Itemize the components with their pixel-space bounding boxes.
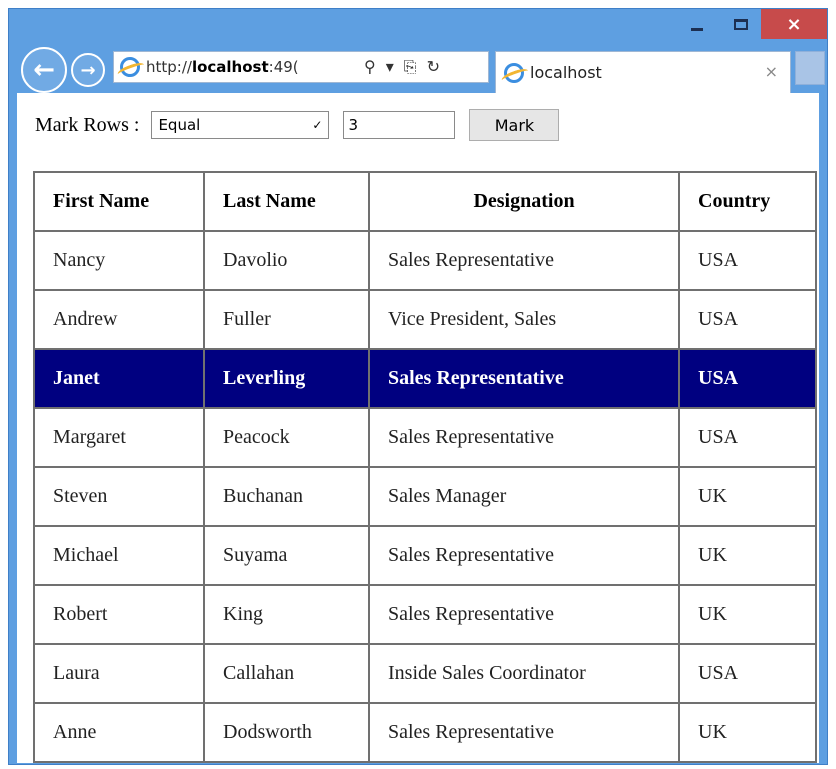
column-header-last-name[interactable]: Last Name [203,171,370,232]
title-bar: × [9,9,827,43]
compatibility-view-icon[interactable]: ⎘ [404,57,417,77]
cell-first-name: Anne [33,702,205,763]
cell-designation: Sales Representative [368,230,680,291]
table-row-highlighted[interactable]: Janet Leverling Sales Representative USA [33,348,817,409]
cell-country: UK [678,584,817,645]
cell-last-name: Buchanan [203,466,370,527]
cell-last-name: Fuller [203,289,370,350]
browser-tab[interactable]: localhost × [495,51,791,93]
ie-logo-icon [120,57,140,77]
page-content: Mark Rows : Equal ✓ Mark First Name Last… [17,93,819,763]
new-tab-button[interactable] [795,51,825,85]
address-url[interactable]: http://localhost:49( [146,58,356,76]
table-row[interactable]: Anne Dodsworth Sales Representative UK [33,702,817,763]
chevron-down-icon: ✓ [312,118,323,132]
cell-last-name: Leverling [203,348,370,409]
cell-first-name: Steven [33,466,205,527]
back-arrow-icon: ← [33,55,55,85]
cell-first-name: Janet [33,348,205,409]
close-window-button[interactable]: × [761,9,827,39]
minimize-button[interactable] [675,9,719,39]
operator-select[interactable]: Equal ✓ [151,111,330,139]
cell-country: UK [678,525,817,586]
cell-first-name: Nancy [33,230,205,291]
table-row[interactable]: Laura Callahan Inside Sales Coordinator … [33,643,817,704]
cell-first-name: Michael [33,525,205,586]
mark-rows-controls: Mark Rows : Equal ✓ Mark [35,109,560,141]
cell-designation: Sales Representative [368,407,680,468]
dropdown-icon[interactable]: ▾ [386,57,394,77]
table-row[interactable]: Andrew Fuller Vice President, Sales USA [33,289,817,350]
cell-last-name: Peacock [203,407,370,468]
address-bar[interactable]: http://localhost:49( ⚲ ▾ ⎘ ↻ [113,51,489,83]
forward-button[interactable]: → [71,53,105,87]
table-row[interactable]: Robert King Sales Representative UK [33,584,817,645]
cell-designation: Inside Sales Coordinator [368,643,680,704]
navigation-bar: ← → http://localhost:49( ⚲ ▾ ⎘ ↻ localho… [9,43,827,93]
cell-country: USA [678,289,817,350]
cell-country: USA [678,230,817,291]
cell-country: USA [678,348,817,409]
cell-last-name: Callahan [203,643,370,704]
cell-country: UK [678,702,817,763]
address-tools: ⚲ ▾ ⎘ ↻ [364,57,440,77]
table-row[interactable]: Michael Suyama Sales Representative UK [33,525,817,586]
forward-arrow-icon: → [80,59,96,81]
cell-designation: Sales Manager [368,466,680,527]
table-row[interactable]: Margaret Peacock Sales Representative US… [33,407,817,468]
row-number-input[interactable] [343,111,456,139]
cell-designation: Sales Representative [368,348,680,409]
cell-country: USA [678,643,817,704]
browser-window: × ← → http://localhost:49( ⚲ ▾ ⎘ ↻ local… [8,8,828,765]
table-row[interactable]: Nancy Davolio Sales Representative USA [33,230,817,291]
table-row[interactable]: Steven Buchanan Sales Manager UK [33,466,817,527]
cell-country: USA [678,407,817,468]
back-button[interactable]: ← [21,47,67,93]
mark-rows-label: Mark Rows : [35,113,140,136]
maximize-icon [734,18,748,30]
operator-select-value: Equal [158,116,201,134]
column-header-first-name[interactable]: First Name [33,171,205,232]
cell-first-name: Robert [33,584,205,645]
ie-tab-icon [504,62,524,83]
tab-title: localhost [530,63,602,82]
cell-last-name: King [203,584,370,645]
cell-designation: Vice President, Sales [368,289,680,350]
minimize-icon [691,27,703,31]
tab-close-icon[interactable]: × [765,62,778,81]
close-icon: × [786,13,802,35]
cell-last-name: Davolio [203,230,370,291]
mark-button[interactable]: Mark [469,109,560,141]
search-icon[interactable]: ⚲ [364,57,376,77]
cell-designation: Sales Representative [368,584,680,645]
cell-country: UK [678,466,817,527]
table-header-row: First Name Last Name Designation Country [33,171,817,232]
cell-last-name: Dodsworth [203,702,370,763]
employee-table: First Name Last Name Designation Country… [33,171,817,763]
refresh-icon[interactable]: ↻ [427,57,440,77]
cell-first-name: Margaret [33,407,205,468]
column-header-designation[interactable]: Designation [368,171,680,232]
maximize-button[interactable] [719,9,763,39]
cell-first-name: Laura [33,643,205,704]
cell-designation: Sales Representative [368,525,680,586]
cell-first-name: Andrew [33,289,205,350]
column-header-country[interactable]: Country [678,171,817,232]
cell-last-name: Suyama [203,525,370,586]
cell-designation: Sales Representative [368,702,680,763]
